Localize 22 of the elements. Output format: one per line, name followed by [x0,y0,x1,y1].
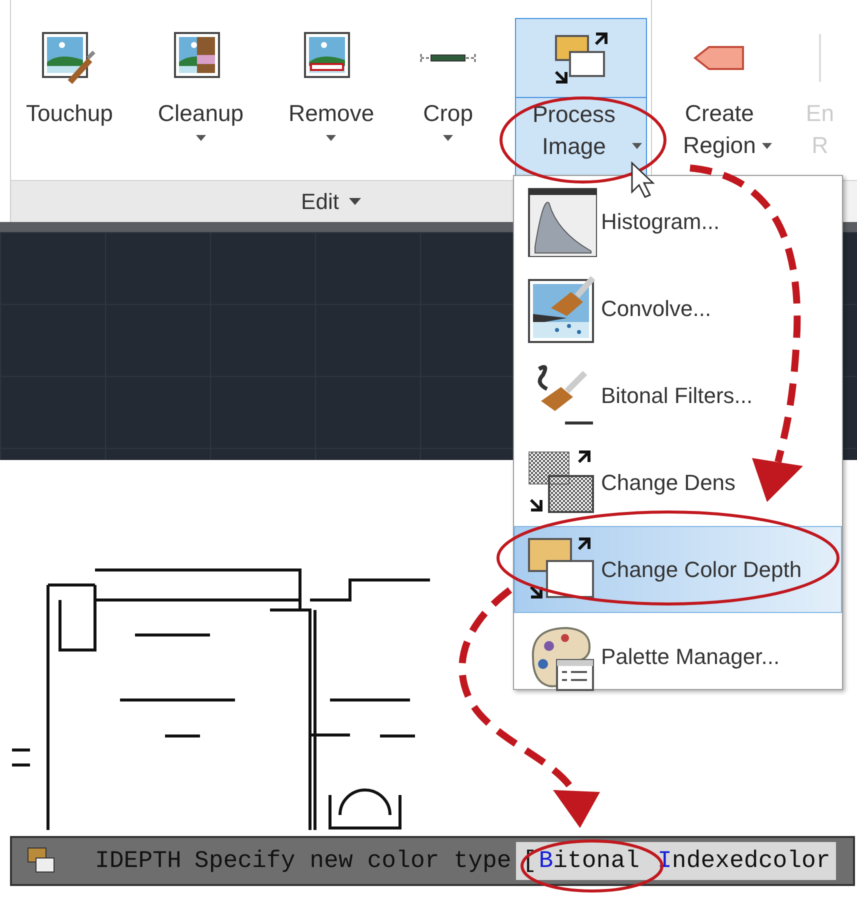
caret-icon [348,198,361,205]
menu-item[interactable]: Convolve... [514,265,842,352]
command-prompt: Specify new color type [194,848,512,874]
paintbrush-picture-icon [527,274,597,344]
menu-item[interactable]: Palette Manager... [514,613,842,700]
menu-item[interactable]: Change Color Depth [514,526,842,613]
panel-title[interactable]: Edit [301,188,339,214]
crop-bar-icon [419,52,478,64]
command-option[interactable]: Bitonal [538,848,640,874]
region-tag-icon [693,45,746,71]
menu-item[interactable]: Histogram... [514,178,842,265]
histogram-icon [527,186,597,256]
ribbon-button[interactable]: Create Region [676,18,777,180]
menu-item[interactable]: Change Dens [514,439,842,526]
brush-picture-icon [40,30,98,86]
ribbon-button[interactable]: Crop [412,18,484,180]
menu-item[interactable]: Bitonal Filters... [514,352,842,439]
ribbon-button[interactable]: Touchup [19,18,120,180]
resize-images-icon [552,30,610,86]
ribbon-button[interactable]: Cleanup [150,18,251,180]
command-name: IDEPTH [95,848,182,874]
ribbon-button[interactable]: Remove [282,18,382,180]
